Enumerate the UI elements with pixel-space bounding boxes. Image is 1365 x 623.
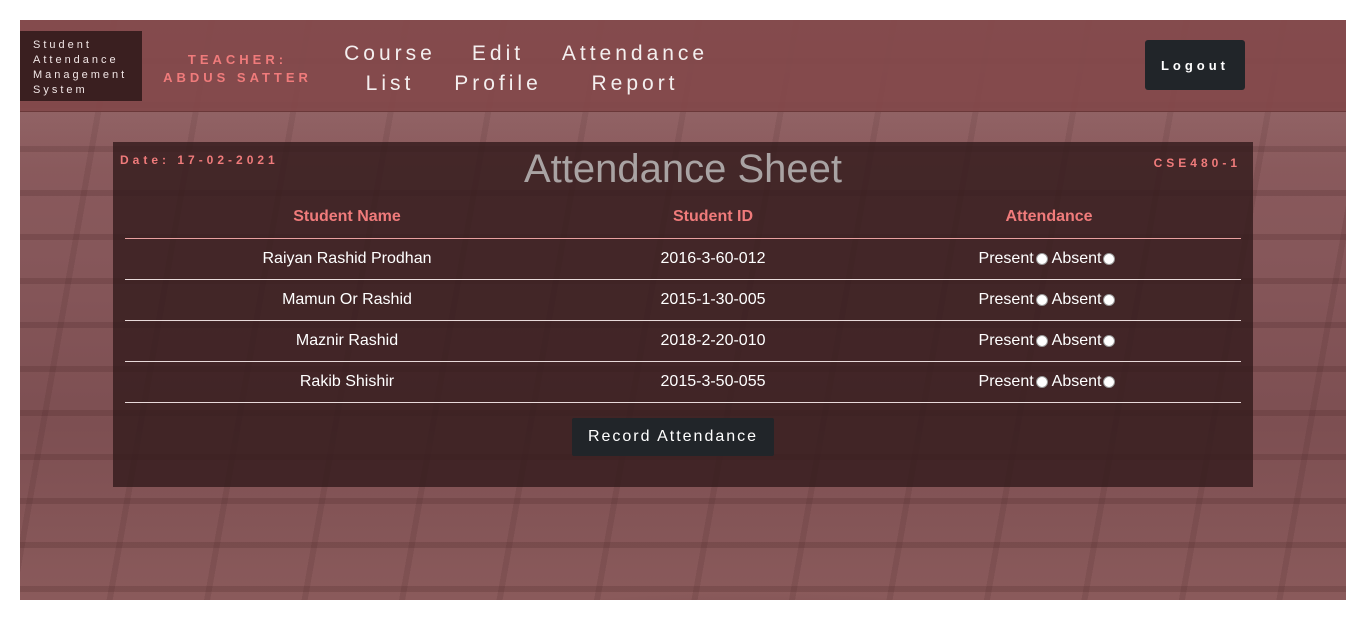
top-navbar: Student Attendance Management System TEA… [20,20,1346,112]
nav-attendance-report-line1: Attendance [561,42,709,65]
attendance-options: Present Absent [979,373,1120,391]
nav-edit-profile-line2: Profile [454,72,542,95]
nav-course-list-line1: Course [344,42,436,65]
header-student-name: Student Name [125,197,569,239]
attendance-options: Present Absent [979,250,1120,268]
attendance-cell: Present Absent [857,320,1241,362]
student-name-cell: Rakib Shishir [125,361,569,403]
table-row: Rakib Shishir 2015-3-50-055 Present Abse… [125,361,1241,403]
nav-attendance-report-line2: Report [591,72,679,95]
attendance-cell: Present Absent [857,279,1241,321]
attendance-table: Student Name Student ID Attendance Raiya… [125,197,1241,403]
table-row: Maznir Rashid 2018-2-20-010 Present Abse… [125,320,1241,362]
present-radio[interactable] [1035,375,1048,388]
student-id-cell: 2016-3-60-012 [569,238,857,280]
absent-radio[interactable] [1103,293,1116,306]
teacher-caption: TEACHER: [187,52,288,67]
absent-label: Absent [1051,331,1102,349]
attendance-cell: Present Absent [857,361,1241,403]
absent-radio[interactable] [1103,252,1116,265]
nav-course-list-line2: List [365,72,415,95]
nav-attendance-report[interactable]: Attendance Report [555,39,715,99]
table-row: Raiyan Rashid Prodhan 2016-3-60-012 Pres… [125,238,1241,280]
brand-line: System [33,84,88,96]
course-code-label: CSE480-1 [1153,156,1241,170]
attendance-cell: Present Absent [857,238,1241,280]
table-header-row: Student Name Student ID Attendance [125,197,1241,239]
logout-button[interactable]: Logout [1145,40,1245,90]
page-title: Attendance Sheet [523,147,843,191]
absent-label: Absent [1051,290,1102,308]
present-label: Present [978,372,1034,390]
nav-course-list[interactable]: Course List [340,39,440,99]
present-radio[interactable] [1035,334,1048,347]
absent-label: Absent [1051,249,1102,267]
attendance-options: Present Absent [979,291,1120,309]
student-name-cell: Raiyan Rashid Prodhan [125,238,569,280]
attendance-options: Present Absent [979,332,1120,350]
student-id-cell: 2015-3-50-055 [569,361,857,403]
nav-edit-profile-line1: Edit [471,42,525,65]
student-id-cell: 2018-2-20-010 [569,320,857,362]
table-row: Mamun Or Rashid 2015-1-30-005 Present Ab… [125,279,1241,321]
present-label: Present [978,290,1034,308]
brand-line: Management [33,69,128,81]
absent-radio[interactable] [1103,375,1116,388]
absent-radio[interactable] [1103,334,1116,347]
header-attendance: Attendance [857,197,1241,239]
student-id-cell: 2015-1-30-005 [569,279,857,321]
present-label: Present [978,331,1034,349]
attendance-panel: Date: 17-02-2021 Attendance Sheet CSE480… [113,142,1253,487]
present-radio[interactable] [1035,252,1048,265]
teacher-label: TEACHER: ABDUS SATTER [160,51,315,87]
page-background: Student Attendance Management System TEA… [20,20,1346,600]
nav-edit-profile[interactable]: Edit Profile [448,39,548,99]
student-name-cell: Maznir Rashid [125,320,569,362]
present-label: Present [978,249,1034,267]
brand-line: Attendance [33,54,119,66]
brand-line: Student [33,39,92,51]
present-radio[interactable] [1035,293,1048,306]
teacher-name: ABDUS SATTER [163,70,312,85]
student-name-cell: Mamun Or Rashid [125,279,569,321]
brand-logo[interactable]: Student Attendance Management System [20,31,142,101]
header-student-id: Student ID [569,197,857,239]
record-attendance-button[interactable]: Record Attendance [572,418,774,456]
absent-label: Absent [1051,372,1102,390]
